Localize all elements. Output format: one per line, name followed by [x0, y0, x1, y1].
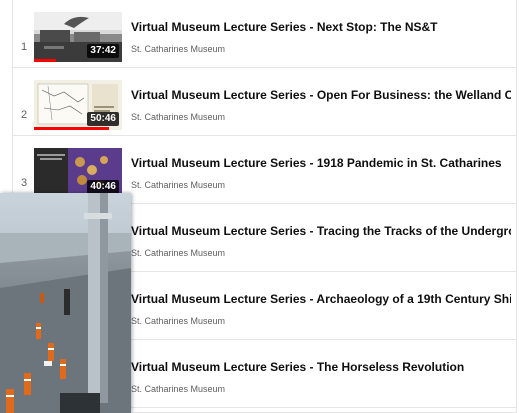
video-title[interactable]: Virtual Museum Lecture Series - Next Sto… [131, 20, 511, 34]
channel-name[interactable]: St. Catharines Museum [131, 44, 225, 54]
channel-name[interactable]: St. Catharines Museum [131, 112, 225, 122]
video-thumbnail[interactable]: 37:42 [34, 12, 122, 62]
watch-progress-bar [34, 127, 109, 130]
video-title[interactable]: Virtual Museum Lecture Series - The Hors… [131, 360, 511, 374]
channel-name[interactable]: St. Catharines Museum [131, 180, 225, 190]
video-title[interactable]: Virtual Museum Lecture Series - Tracing … [131, 224, 511, 238]
channel-name[interactable]: St. Catharines Museum [131, 316, 225, 326]
playlist-row-1[interactable]: 1 37:42 Virtual Museum Lecture Series - … [13, 0, 516, 68]
video-title[interactable]: Virtual Museum Lecture Series - Archaeol… [131, 292, 511, 306]
row-index: 2 [20, 109, 28, 121]
video-title[interactable]: Virtual Museum Lecture Series - Open For… [131, 88, 511, 102]
channel-name[interactable]: St. Catharines Museum [131, 248, 225, 258]
duration-badge: 40:46 [87, 180, 119, 194]
canal-lock-photo[interactable] [0, 193, 131, 413]
duration-badge: 50:46 [87, 112, 119, 126]
photo-image [0, 193, 131, 413]
watch-progress-bar [34, 59, 56, 62]
video-title[interactable]: Virtual Museum Lecture Series - 1918 Pan… [131, 156, 511, 170]
duration-badge: 37:42 [87, 44, 119, 58]
playlist-page: 1 37:42 Virtual Museum Lecture Series - … [0, 0, 519, 413]
video-thumbnail[interactable]: 50:46 [34, 80, 122, 130]
row-index: 3 [20, 177, 28, 189]
channel-name[interactable]: St. Catharines Museum [131, 384, 225, 394]
playlist-row-2[interactable]: 2 50:46 Virtual Museum Lecture Series - … [13, 68, 516, 136]
video-thumbnail[interactable]: 40:46 [34, 148, 122, 198]
row-index: 1 [20, 41, 28, 53]
